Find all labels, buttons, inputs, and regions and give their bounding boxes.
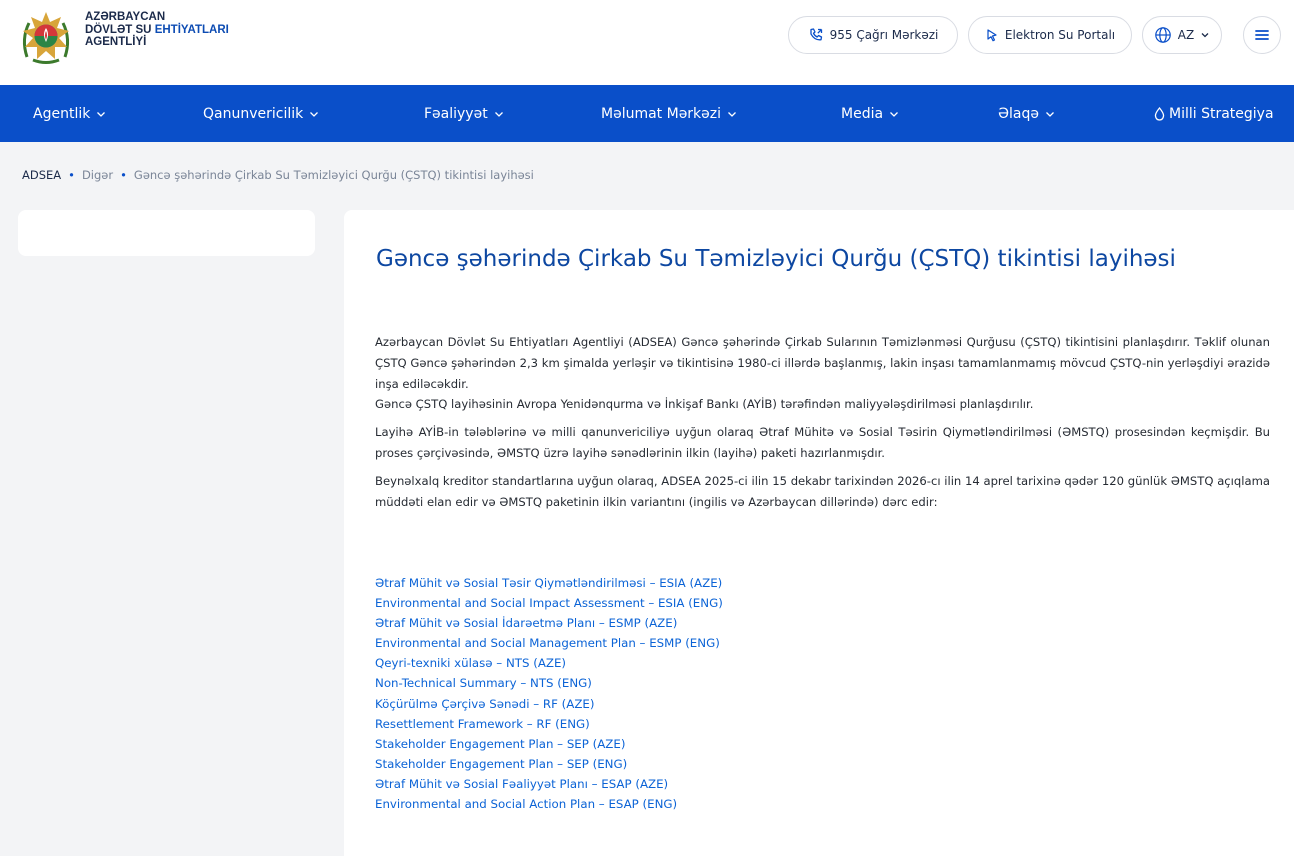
document-link-esmp-eng[interactable]: Environmental and Social Management Plan… bbox=[375, 633, 723, 653]
hamburger-icon bbox=[1255, 30, 1269, 40]
document-link-esia-eng[interactable]: Environmental and Social Impact Assessme… bbox=[375, 593, 723, 613]
state-emblem-icon[interactable] bbox=[17, 9, 75, 67]
document-link-nts-eng[interactable]: Non-Technical Summary – NTS (ENG) bbox=[375, 673, 723, 693]
org-name-line-3: AGENTLİYİ bbox=[85, 36, 147, 48]
nav-item-melumat-merkezi[interactable]: Məlumat Mərkəzi bbox=[601, 85, 737, 142]
call-center-button[interactable]: 955 Çağrı Mərkəzi bbox=[788, 16, 958, 54]
chevron-down-icon bbox=[1201, 33, 1209, 38]
nav-item-label: Media bbox=[841, 105, 884, 122]
org-name-line-1: AZƏRBAYCAN bbox=[85, 11, 166, 23]
document-link-rf-aze[interactable]: Köçürülmə Çərçivə Sənədi – RF (AZE) bbox=[375, 694, 723, 714]
page-title: Gəncə şəhərində Çirkab Su Təmizləyici Qu… bbox=[376, 246, 1176, 272]
nav-item-fealiyyet[interactable]: Fəaliyyət bbox=[424, 85, 504, 142]
breadcrumb-separator: • bbox=[120, 168, 127, 182]
nav-item-label: Qanunvericilik bbox=[203, 105, 304, 122]
nav-item-label: Əlaqə bbox=[998, 105, 1039, 122]
nav-item-label: Məlumat Mərkəzi bbox=[601, 105, 722, 122]
document-link-esap-eng[interactable]: Environmental and Social Action Plan – E… bbox=[375, 794, 723, 814]
org-name-line-2a: DÖVLƏT SU bbox=[85, 23, 152, 36]
article-paragraph: Azərbaycan Dövlət Su Ehtiyatları Agentli… bbox=[375, 335, 1270, 391]
language-label: AZ bbox=[1177, 28, 1195, 42]
chevron-down-icon bbox=[310, 111, 319, 117]
globe-icon bbox=[1154, 27, 1171, 43]
phone-icon bbox=[809, 28, 822, 41]
article-paragraph: Beynəlxalq kreditor standartlarına uyğun… bbox=[375, 473, 1270, 509]
article-paragraph: Gəncə ÇSTQ layihəsinin Avropa Yenidənqur… bbox=[375, 397, 1034, 412]
chevron-down-icon bbox=[890, 111, 899, 117]
nav-item-milli-strategiya[interactable]: Milli Strategiya bbox=[1154, 85, 1274, 142]
document-link-sep-eng[interactable]: Stakeholder Engagement Plan – SEP (ENG) bbox=[375, 754, 723, 774]
document-link-esia-aze[interactable]: Ətraf Mühit və Sosial Təsir Qiymətləndir… bbox=[375, 573, 723, 593]
article-body: Azərbaycan Dövlət Su Ehtiyatları Agentli… bbox=[375, 332, 1270, 519]
nav-item-label: Fəaliyyət bbox=[424, 105, 488, 122]
document-link-esap-aze[interactable]: Ətraf Mühit və Sosial Fəaliyyət Planı – … bbox=[375, 774, 723, 794]
water-portal-button[interactable]: Elektron Su Portalı bbox=[968, 16, 1132, 54]
water-portal-label: Elektron Su Portalı bbox=[1004, 28, 1116, 42]
call-center-label: 955 Çağrı Mərkəzi bbox=[829, 28, 939, 42]
cursor-icon bbox=[987, 29, 997, 42]
nav-item-label: Agentlik bbox=[33, 105, 91, 122]
top-header: AZƏRBAYCAN DÖVLƏT SU EHTİYATLARI AGENTLİ… bbox=[0, 0, 1294, 85]
document-link-esmp-aze[interactable]: Ətraf Mühit və Sosial İdarəetmə Planı – … bbox=[375, 613, 723, 633]
chevron-down-icon bbox=[1046, 111, 1054, 117]
nav-item-elaqe[interactable]: Əlaqə bbox=[998, 85, 1055, 142]
document-link-nts-aze[interactable]: Qeyri-texniki xülasə – NTS (AZE) bbox=[375, 653, 723, 673]
nav-item-qanunvericilik[interactable]: Qanunvericilik bbox=[203, 85, 319, 142]
nav-item-media[interactable]: Media bbox=[841, 85, 899, 142]
chevron-down-icon bbox=[728, 111, 736, 117]
chevron-down-icon bbox=[97, 111, 106, 117]
chevron-down-icon bbox=[494, 111, 503, 117]
breadcrumb-separator: • bbox=[68, 168, 75, 182]
breadcrumb: ADSEA • Digər • Gəncə şəhərində Çirkab S… bbox=[22, 168, 534, 182]
language-selector[interactable]: AZ bbox=[1142, 16, 1222, 54]
breadcrumb-home[interactable]: ADSEA bbox=[22, 168, 61, 182]
organization-name[interactable]: AZƏRBAYCAN DÖVLƏT SU EHTİYATLARI AGENTLİ… bbox=[85, 11, 229, 49]
document-link-sep-aze[interactable]: Stakeholder Engagement Plan – SEP (AZE) bbox=[375, 734, 723, 754]
nav-item-agentlik[interactable]: Agentlik bbox=[33, 85, 106, 142]
org-name-line-2: DÖVLƏT SU EHTİYATLARI bbox=[85, 24, 229, 37]
article-paragraph: Layihə AYİB-in tələblərinə və milli qanu… bbox=[375, 425, 1270, 460]
sidebar-card bbox=[18, 210, 315, 256]
document-links: Ətraf Mühit və Sosial Təsir Qiymətləndir… bbox=[375, 573, 723, 814]
menu-button[interactable] bbox=[1243, 16, 1281, 54]
breadcrumb-section[interactable]: Digər bbox=[82, 168, 113, 182]
document-link-rf-eng[interactable]: Resettlement Framework – RF (ENG) bbox=[375, 714, 723, 734]
nav-item-label: Milli Strategiya bbox=[1169, 105, 1274, 122]
water-drop-icon bbox=[1154, 106, 1165, 121]
org-name-line-2b: EHTİYATLARI bbox=[154, 23, 229, 36]
article-container: Gəncə şəhərində Çirkab Su Təmizləyici Qu… bbox=[344, 210, 1294, 856]
breadcrumb-current: Gəncə şəhərində Çirkab Su Təmizləyici Qu… bbox=[133, 168, 534, 182]
main-navigation: Agentlik Qanunvericilik Fəaliyyət Məluma… bbox=[0, 85, 1294, 142]
